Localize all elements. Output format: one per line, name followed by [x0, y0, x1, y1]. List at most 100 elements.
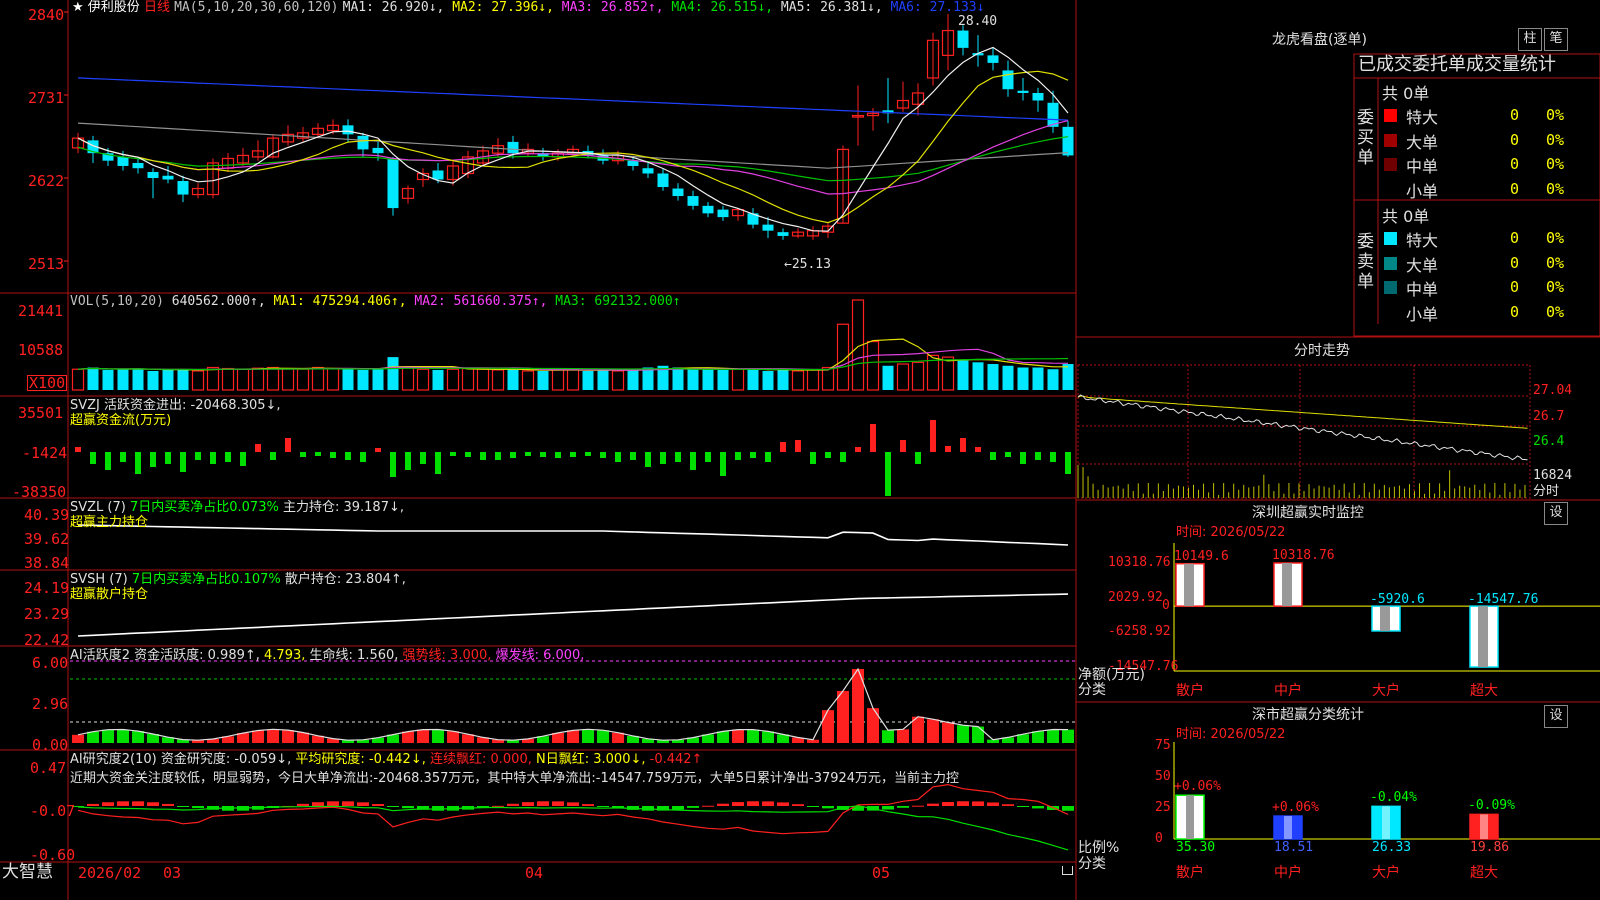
volume-bar — [566, 368, 580, 391]
volume-bar — [177, 369, 189, 390]
research-bar — [972, 801, 984, 806]
fund-flow-bar — [345, 452, 351, 460]
ma-value-6: MA6: 27.133↓ — [882, 0, 985, 15]
candle-down — [1032, 92, 1044, 101]
fund-flow-bar — [810, 452, 816, 464]
sz-stats-y-tick: 0 — [1155, 831, 1163, 846]
volume-bar — [266, 366, 280, 391]
ai1-header: AI活跃度2 资金活跃度: 0.989↑, 4.793, 生命线: 1.560,… — [70, 648, 584, 664]
main-y-tick: 2622 — [28, 172, 65, 190]
fund-flow-bar — [660, 452, 666, 464]
sz-monitor-time: 时间: 2026/05/22 — [1176, 525, 1286, 540]
sz-stats-bar-shade — [1186, 795, 1194, 839]
ai2-red: 连续飘红: 0.000, — [430, 752, 532, 767]
stock-name[interactable]: 伊利股份 — [88, 0, 140, 15]
activity-bar — [822, 710, 834, 743]
fund-flow-bar — [840, 452, 846, 462]
volume-bar — [806, 369, 820, 391]
research-bar — [927, 803, 939, 806]
sz-monitor-title: 深圳超赢实时监控 — [1252, 505, 1364, 521]
ai1-strong: 强势线: 3.000, — [402, 648, 492, 663]
activity-bar — [87, 731, 99, 743]
sell-row-value: 0 — [1510, 253, 1520, 272]
activity-bar — [927, 719, 939, 743]
research-bar — [552, 801, 564, 806]
research-bar — [357, 802, 369, 806]
svsh-sub: 超赢散户持仓 — [70, 587, 149, 602]
activity-bar — [102, 729, 114, 743]
fund-flow-bar — [300, 452, 306, 457]
candle-down — [627, 160, 639, 166]
buy-row-name: 大单 — [1406, 132, 1439, 152]
research-bar — [582, 804, 594, 806]
fund-flow-bar — [630, 452, 636, 460]
research-bar — [492, 805, 504, 807]
volume-bar — [537, 370, 549, 390]
sell-row-value: 0 — [1510, 278, 1520, 296]
sz-stats-bar-shade — [1284, 816, 1292, 839]
sz-monitor-settings-button[interactable]: 设 — [1544, 502, 1568, 525]
intraday-title: 分时走势 — [1294, 343, 1350, 359]
fund-flow-bar — [585, 452, 591, 456]
ai1-label: AI活跃度2 资金活跃度: 0.989↑, — [70, 648, 260, 663]
fund-flow-bar — [210, 452, 216, 464]
volume-bar — [1032, 367, 1044, 390]
ma-value-1: MA1: 26.920↓, — [342, 0, 445, 15]
fund-flow-bar — [375, 448, 381, 452]
fund-flow-bar — [975, 447, 981, 452]
svsh-ratio: 7日内买卖净占比0.107% — [131, 572, 281, 587]
sz-monitor-category: 中户 — [1274, 683, 1302, 699]
research-bar — [1032, 806, 1044, 809]
research-bar — [432, 806, 444, 811]
tick-view-button[interactable]: 笔 — [1544, 28, 1568, 51]
svzl-prefix: SVZL (7) — [70, 500, 126, 515]
research-bar — [732, 802, 744, 806]
ai2-y-tick: -0.07 — [30, 802, 76, 820]
activity-bar — [1032, 731, 1044, 743]
dragon-header: 已成交委托单成交量统计 — [1358, 54, 1556, 75]
volume-bar — [866, 340, 880, 391]
ai1-burst: 爆发线: 6.000, — [495, 648, 585, 663]
fund-flow-bar — [450, 452, 456, 456]
fund-flow-bar — [420, 452, 426, 464]
fund-flow-bar — [540, 452, 546, 457]
fund-flow-bar — [255, 444, 261, 452]
intraday-tick: 26.7 — [1533, 409, 1565, 424]
sell-row-swatch — [1384, 232, 1397, 245]
svsh-y-tick: 22.42 — [24, 631, 70, 649]
sz-monitor-bar-label: -14547.76 — [1468, 592, 1539, 608]
lock-icon[interactable] — [1062, 866, 1073, 875]
volume-bar — [672, 367, 684, 390]
sz-monitor-category: 大户 — [1372, 683, 1400, 699]
sz-stats-value: 19.86 — [1470, 840, 1510, 855]
main-holding-line — [77, 524, 1069, 546]
research-bar — [192, 806, 204, 809]
svsh-y-tick: 24.19 — [24, 579, 70, 597]
research-bar — [327, 801, 339, 806]
column-view-button[interactable]: 柱 — [1518, 28, 1542, 51]
volume-bar — [326, 367, 340, 391]
candle-down — [387, 158, 399, 209]
fund-flow-bar — [195, 452, 201, 460]
star-icon[interactable]: ★ — [72, 0, 84, 15]
activity-bar — [72, 734, 84, 743]
fund-flow-bar — [330, 452, 336, 458]
sz-monitor-ylabel: 净额(万元) — [1078, 667, 1145, 683]
period-label[interactable]: 日线 — [144, 0, 170, 15]
intraday-unit: 分时 — [1533, 484, 1560, 499]
fund-flow-bar — [750, 452, 756, 458]
ma-params: MA(5,10,20,30,60,120) — [174, 0, 339, 15]
volume-bar — [311, 366, 325, 391]
ai2-note: 近期大资金关注度较低，明显弱势，今日大单净流出:-20468.357万元，其中特… — [70, 771, 960, 786]
activity-bar — [432, 729, 444, 743]
svzj-y-tick: -38350 — [12, 483, 67, 501]
sz-monitor-bar-label: -5920.6 — [1370, 592, 1425, 608]
low-marker: ←25.13 — [784, 257, 831, 272]
main-y-tick: 2731 — [28, 89, 65, 107]
sz-stats-settings-button[interactable]: 设 — [1544, 705, 1568, 728]
volume-bar — [432, 369, 444, 390]
sz-stats-y-tick: 75 — [1155, 738, 1171, 753]
volume-bar — [147, 370, 159, 390]
sell-row-swatch — [1384, 281, 1397, 294]
fund-flow-bar — [165, 452, 171, 464]
